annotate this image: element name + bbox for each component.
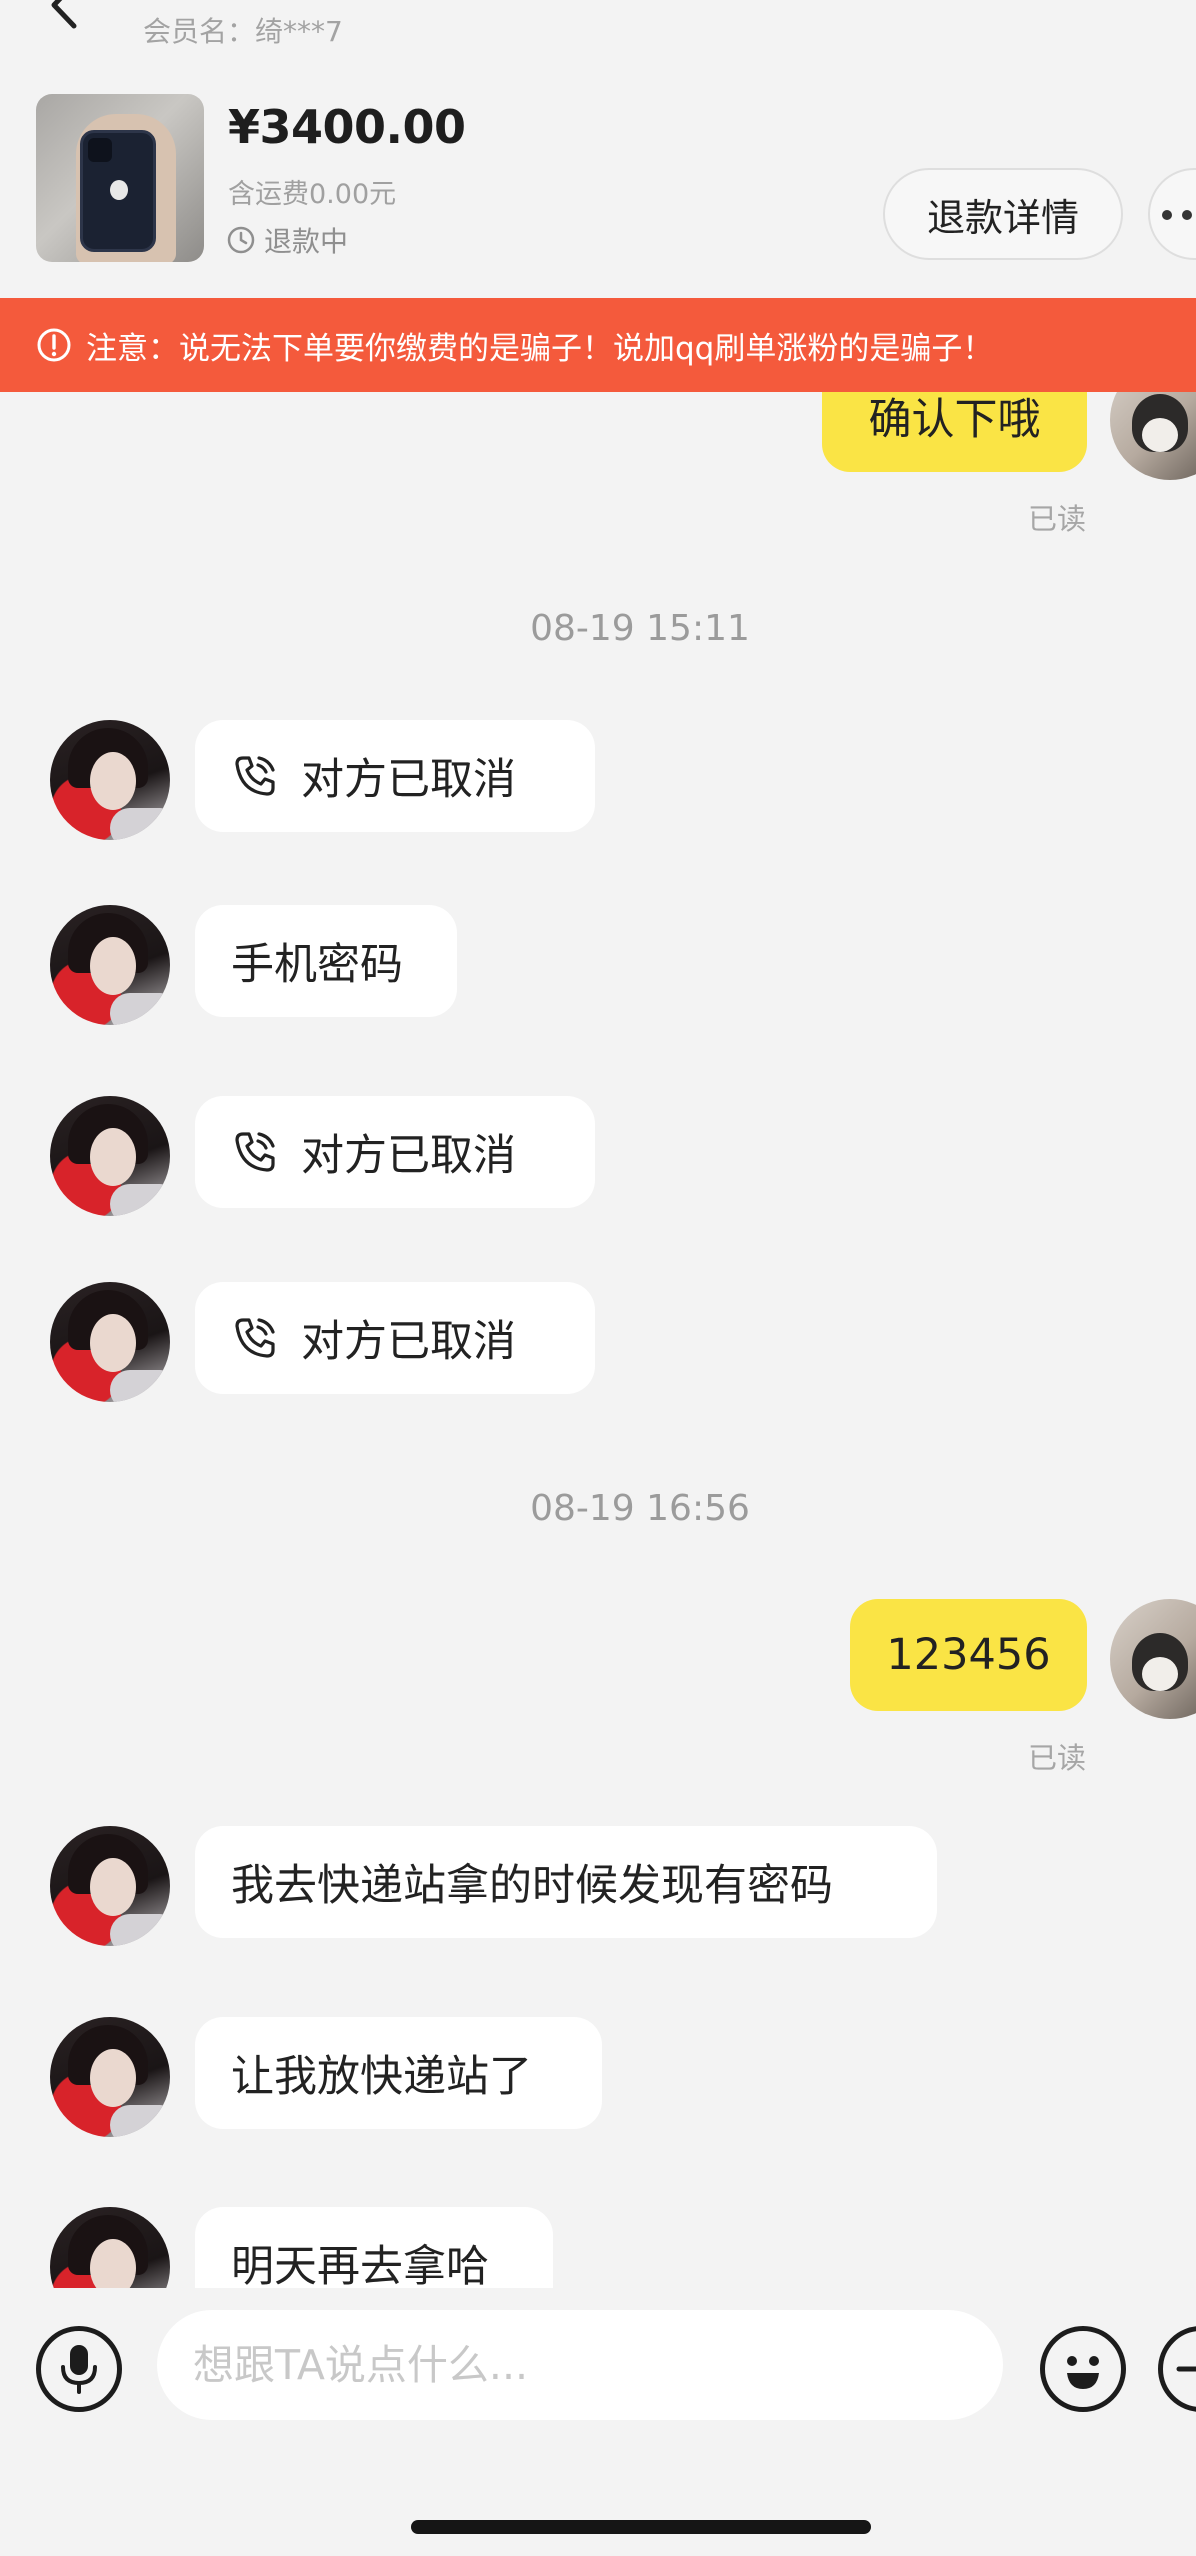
call-message-bubble[interactable]: 对方已取消 [195,1282,595,1394]
contact-avatar[interactable] [50,2207,170,2288]
contact-avatar[interactable] [50,1282,170,1402]
read-receipt: 已读 [1027,502,1086,536]
product-thumbnail[interactable] [36,94,204,262]
call-message-bubble[interactable]: 对方已取消 [195,1096,595,1208]
smiley-icon [1067,2356,1099,2389]
my-avatar[interactable] [1110,392,1196,480]
message-bubble-other[interactable]: 让我放快递站了 [195,2017,602,2129]
order-status-text: 退款中 [264,225,349,258]
more-dots-icon [1162,210,1172,220]
message-bubble-self[interactable]: 123456 [850,1599,1087,1711]
message-text: 手机密码 [231,940,403,990]
more-actions-button[interactable] [1158,2326,1196,2412]
contact-avatar[interactable] [50,720,170,840]
timestamp: 08-19 16:56 [530,1488,750,1529]
phone-call-icon [235,756,275,796]
phone-call-icon [235,1318,275,1358]
product-price: ¥3400.00 [228,100,466,154]
emoji-button[interactable] [1040,2326,1126,2412]
contact-avatar[interactable] [50,2017,170,2137]
message-bubble-other[interactable]: 明天再去拿哈 [195,2207,553,2288]
message-text: 确认下哦 [868,395,1041,445]
contact-avatar[interactable] [50,905,170,1025]
contact-avatar[interactable] [50,1096,170,1216]
voice-input-button[interactable] [36,2326,122,2412]
message-text: 我去快递站拿的时候发现有密码 [231,1861,833,1911]
message-text: 让我放快递站了 [231,2052,532,2102]
microphone-icon [61,2345,97,2394]
message-bubble-other[interactable]: 手机密码 [195,905,457,1017]
message-list[interactable]: 确认下哦 已读 08-19 15:11 对方已取消 手机密码 对方已取消 对方已… [0,392,1196,2288]
clock-icon [227,226,255,254]
call-message-bubble[interactable]: 对方已取消 [195,720,595,832]
message-text: 123456 [886,1630,1051,1680]
order-header: 会员名：绮***7 ¥3400.00 含运费0.00元 退款中 退款详情 [0,0,1196,298]
read-receipt: 已读 [1027,1741,1086,1775]
message-bubble-self[interactable]: 确认下哦 [822,392,1087,472]
order-status: 退款中 [226,222,348,258]
contact-avatar[interactable] [50,1826,170,1946]
message-text: 对方已取消 [301,755,516,805]
message-text: 对方已取消 [301,1317,516,1367]
message-input[interactable] [157,2310,1003,2420]
phone-call-icon [235,1132,275,1172]
warning-icon [37,328,71,362]
message-bubble-other[interactable]: 我去快递站拿的时候发现有密码 [195,1826,937,1938]
message-text: 对方已取消 [301,1131,516,1181]
plus-icon [1176,2366,1196,2372]
back-arrow-icon[interactable] [40,0,90,30]
home-indicator [411,2520,871,2534]
shipping-fee: 含运费0.00元 [228,179,397,210]
member-name: 会员名：绮***7 [143,15,343,48]
chat-screen: 会员名：绮***7 ¥3400.00 含运费0.00元 退款中 退款详情 注意：… [0,0,1196,2556]
timestamp: 08-19 15:11 [530,608,750,649]
more-options-button[interactable] [1148,168,1196,260]
my-avatar[interactable] [1110,1599,1196,1719]
input-bar [0,2288,1196,2556]
refund-details-button[interactable]: 退款详情 [883,168,1123,260]
fraud-warning-banner: 注意：说无法下单要你缴费的是骗子！说加qq刷单涨粉的是骗子！ [0,298,1196,392]
warning-text: 注意：说无法下单要你缴费的是骗子！说加qq刷单涨粉的是骗子！ [86,330,994,367]
message-text: 明天再去拿哈 [231,2242,489,2288]
